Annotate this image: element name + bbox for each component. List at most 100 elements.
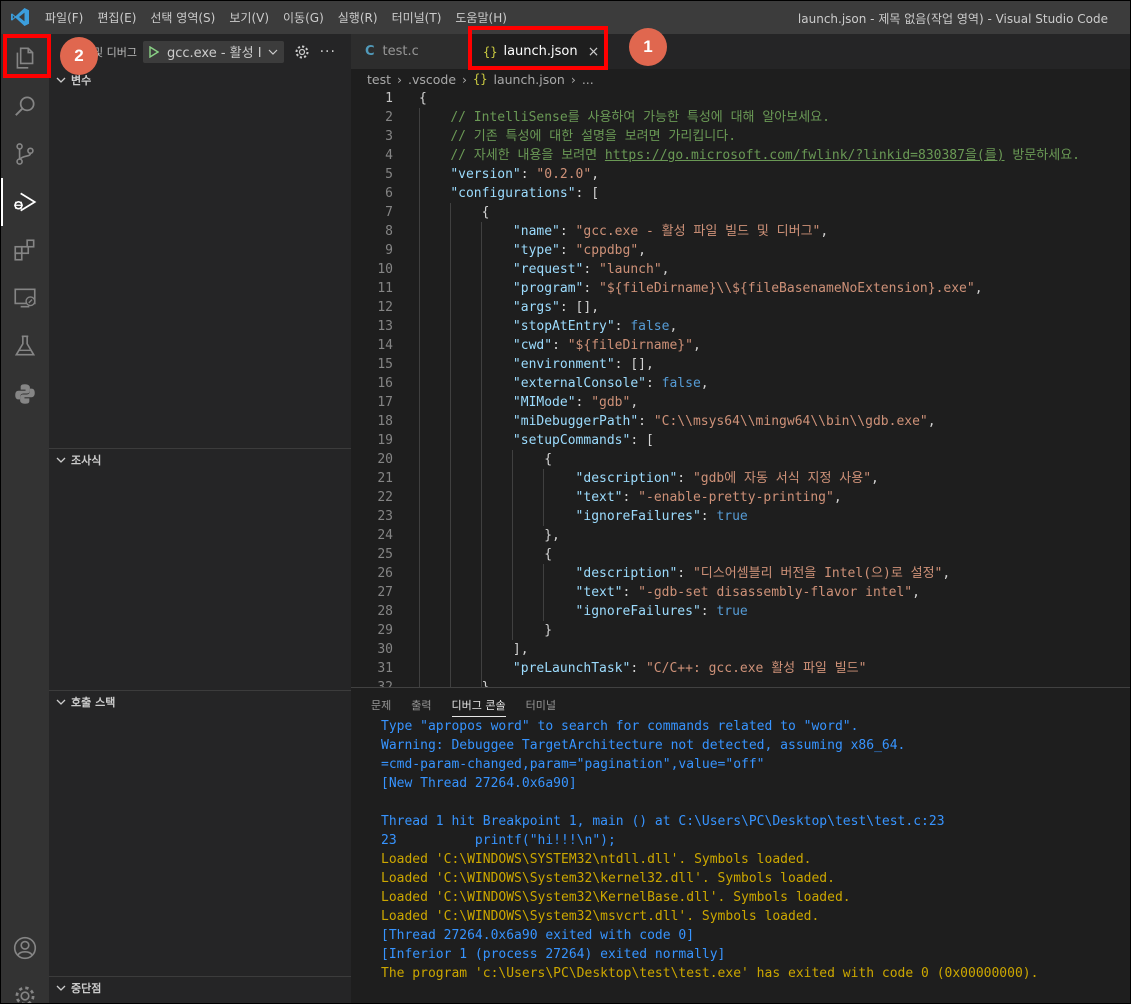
remote-explorer-icon[interactable] <box>1 274 49 322</box>
run-debug-icon[interactable] <box>1 178 49 226</box>
code-token: true <box>716 509 748 524</box>
line-number: 15 <box>377 357 393 372</box>
code-token: : [ <box>575 186 600 201</box>
code-token: "args" <box>512 300 560 315</box>
code-token: "${fileDirname}\\${fileBasenameNoExtensi… <box>599 281 975 296</box>
line-number: 4 <box>385 148 393 163</box>
account-icon[interactable] <box>1 924 49 972</box>
search-icon[interactable] <box>1 82 49 130</box>
code-token: : <box>700 604 717 619</box>
source-control-icon[interactable] <box>1 130 49 178</box>
code-text: { <box>419 203 490 222</box>
menu-item[interactable]: 선택 영역(S) <box>150 9 215 26</box>
line-number: 24 <box>377 528 393 543</box>
code-text: "name": "gcc.exe - 활성 파일 빌드 및 디버그", <box>419 222 828 241</box>
code-text: { <box>419 89 427 108</box>
code-token: : <box>700 509 717 524</box>
code-token: , <box>591 167 600 182</box>
menu-item[interactable]: 도움말(H) <box>455 9 507 26</box>
console-line: [Inferior 1 (process 27264) exited norma… <box>381 947 726 962</box>
code-token: "gdb에 자동 서식 지정 사용" <box>692 471 872 486</box>
tab-test-c[interactable]: C test.c <box>351 34 469 69</box>
menu-item[interactable]: 편집(E) <box>97 9 136 26</box>
manage-gear-icon[interactable] <box>1 972 49 1003</box>
code-token: : <box>645 376 662 391</box>
menu-item[interactable]: 이동(G) <box>283 9 324 26</box>
menu-item[interactable]: 터미널(T) <box>392 9 442 26</box>
code-token: : <box>677 566 693 581</box>
watch-section-header[interactable]: 조사식 <box>49 448 351 470</box>
line-number: 12 <box>377 300 393 315</box>
line-number: 28 <box>377 604 393 619</box>
sidebar-title: 및 디버그 <box>93 45 137 59</box>
line-number: 14 <box>377 338 393 353</box>
code-token: : <box>575 395 592 410</box>
call-stack-section-header[interactable]: 호출 스택 <box>49 690 351 712</box>
menu-item[interactable]: 보기(V) <box>229 9 269 26</box>
breadcrumb: test › .vscode › {} launch.json › ... <box>351 69 1130 89</box>
line-number: 23 <box>377 509 393 524</box>
breadcrumb-item[interactable]: ... <box>582 72 594 87</box>
code-text: } <box>419 621 552 640</box>
code-token: "gdb" <box>591 395 631 410</box>
code-text: "MIMode": "gdb", <box>419 393 638 412</box>
extensions-icon[interactable] <box>1 226 49 274</box>
breadcrumb-item[interactable]: launch.json <box>494 72 565 87</box>
code-token: , <box>669 319 678 334</box>
code-text: "ignoreFailures": true <box>419 507 748 526</box>
menu-item[interactable]: 파일(F) <box>45 9 83 26</box>
code-text: "description": "디스어셈블리 버전을 Intel(으)로 설정"… <box>419 564 951 583</box>
breadcrumb-item[interactable]: .vscode <box>408 72 456 87</box>
line-number: 2 <box>385 110 393 125</box>
code-text: // 기존 특성에 대한 설명을 보려면 가리킵니다. <box>419 127 736 146</box>
chevron-down-icon <box>56 985 66 991</box>
console-line: Loaded 'C:\WINDOWS\System32\KernelBase.d… <box>381 890 851 905</box>
open-launch-json-gear-icon[interactable] <box>294 44 310 60</box>
menu-item[interactable]: 실행(R) <box>338 9 378 26</box>
start-debugging-icon[interactable] <box>149 45 159 58</box>
bottom-panel: 문제 출력 디버그 콘솔 터미널 Type "apropos word" to … <box>351 687 1130 1003</box>
line-number: 17 <box>377 395 393 410</box>
line-number: 11 <box>377 281 393 296</box>
line-number: 21 <box>377 471 393 486</box>
line-number: 19 <box>377 433 393 448</box>
code-token: , <box>700 376 709 391</box>
code-line: 6 "configurations": [ <box>351 184 1130 203</box>
run-config-dropdown[interactable]: gcc.exe - 활성 I <box>142 40 284 63</box>
more-actions-icon[interactable]: ··· <box>320 44 336 60</box>
code-token: ], <box>419 642 529 657</box>
code-token: "description" <box>575 471 678 486</box>
line-number: 3 <box>385 129 393 144</box>
breadcrumb-item[interactable]: test <box>367 72 391 87</box>
code-text: "program": "${fileDirname}\\${fileBasena… <box>419 279 983 298</box>
testing-icon[interactable] <box>1 322 49 370</box>
code-token: , <box>820 224 829 239</box>
code-line: 32 } <box>351 678 1130 687</box>
code-line: 21 "description": "gdb에 자동 서식 지정 사용", <box>351 469 1130 488</box>
code-text: } <box>419 678 490 687</box>
code-text: ], <box>419 640 529 659</box>
code-token: }, <box>419 528 560 543</box>
code-token: "cwd" <box>512 338 553 353</box>
code-line: 12 "args": [], <box>351 298 1130 317</box>
code-token: , <box>927 414 936 429</box>
code-line: 16 "externalConsole": false, <box>351 374 1130 393</box>
breakpoints-section-header[interactable]: 중단점 <box>49 976 351 998</box>
code-line: 14 "cwd": "${fileDirname}", <box>351 336 1130 355</box>
code-editor[interactable]: 1{2 // IntelliSense를 사용하여 가능한 특성에 대해 알아보… <box>351 89 1130 687</box>
code-token: "externalConsole" <box>512 376 646 391</box>
python-icon[interactable] <box>1 370 49 418</box>
variables-section-header[interactable]: 변수 <box>49 69 351 91</box>
code-token: "ignoreFailures" <box>575 509 701 524</box>
line-number: 7 <box>385 205 393 220</box>
line-number: 16 <box>377 376 393 391</box>
code-text: "miDebuggerPath": "C:\\msys64\\mingw64\\… <box>419 412 936 431</box>
console-line: Loaded 'C:\WINDOWS\SYSTEM32\ntdll.dll'. … <box>381 852 812 867</box>
